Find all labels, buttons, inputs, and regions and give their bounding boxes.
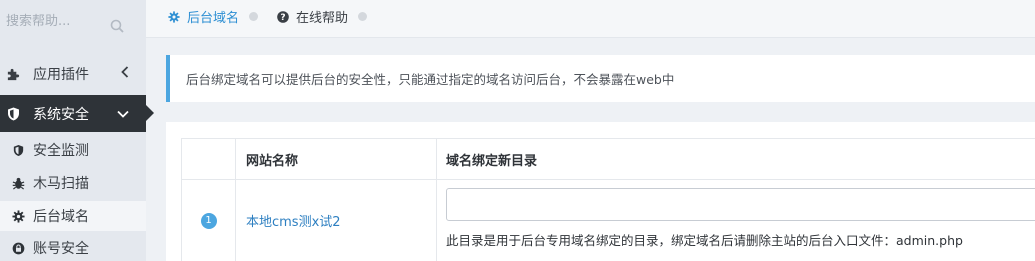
header-index [182,139,236,179]
svg-text:?: ? [280,13,285,23]
directory-hint: 此目录是用于后台专用域名绑定的目录，绑定域名后请删除主站的后台入口文件：admi… [446,233,963,248]
tab-online-help[interactable]: ? 在线帮助 [277,0,368,33]
row-index-cell: 1 [182,180,236,261]
sidebar-subitem-label: 木马扫描 [33,176,89,192]
sidebar-item-label: 应用插件 [33,67,89,83]
table-header-row: 网站名称 域名绑定新目录 [182,139,1035,180]
puzzle-icon [5,66,21,82]
row-number-badge: 1 [200,212,217,229]
header-site-name: 网站名称 [236,139,437,179]
domain-binding-card: 网站名称 域名绑定新目录 1 本地cms测x试2 此目录是用于后台专用域名绑定的… [166,122,1035,261]
directory-cell: 此目录是用于后台专用域名绑定的目录，绑定域名后请删除主站的后台入口文件：admi… [437,180,1035,261]
gear-icon [11,209,25,223]
site-name-cell: 本地cms测x试2 [236,180,437,261]
sidebar-subitem-trojan-scan[interactable]: 木马扫描 [0,170,146,196]
alert-text: 后台绑定域名可以提供后台的安全性，只能通过指定的域名访问后台，不会暴露在web中 [186,72,675,87]
sidebar: 应用插件 系统安全 安全监测 木马扫描 后台域名 账 [0,0,154,261]
directory-input[interactable] [446,188,1035,221]
search-icon[interactable] [110,18,124,33]
table-row: 1 本地cms测x试2 此目录是用于后台专用域名绑定的目录，绑定域名后请删除主站… [182,180,1035,261]
chevron-down-icon [117,106,129,122]
sidebar-search [0,0,146,46]
question-icon: ? [277,10,289,23]
sidebar-item-label: 系统安全 [33,106,89,123]
gear-icon [168,10,180,23]
sidebar-subitem-label: 安全监测 [33,143,89,159]
bug-icon [11,176,25,190]
tab-label: 后台域名 [187,11,240,26]
tab-label: 在线帮助 [296,11,349,26]
shield-icon [5,106,21,122]
header-directory: 域名绑定新目录 [446,153,538,169]
domain-table: 网站名称 域名绑定新目录 1 本地cms测x试2 此目录是用于后台专用域名绑定的… [181,138,1035,261]
info-alert: 后台绑定域名可以提供后台的安全性，只能通过指定的域名访问后台，不会暴露在web中 [166,55,1035,102]
tab-admin-domain[interactable]: 后台域名 [168,0,259,33]
shield-icon [11,143,25,157]
tab-close-dot[interactable] [358,12,368,21]
sidebar-item-security[interactable]: 系统安全 [0,95,154,132]
chevron-left-icon [121,66,129,82]
sidebar-subitem-label: 后台域名 [33,209,89,225]
tab-bar: 后台域名 ? 在线帮助 [146,0,1035,38]
tab-close-dot[interactable] [249,12,259,21]
lock-icon [11,241,25,255]
sidebar-subitem-account-security[interactable]: 账号安全 [0,235,146,261]
sidebar-subitem-admin-domain[interactable]: 后台域名 [0,201,146,231]
sidebar-item-plugins[interactable]: 应用插件 [0,57,146,91]
site-name-link[interactable]: 本地cms测x试2 [246,211,341,230]
sidebar-subitem-security-monitor[interactable]: 安全监测 [0,137,146,163]
sidebar-subitem-label: 账号安全 [33,241,89,257]
